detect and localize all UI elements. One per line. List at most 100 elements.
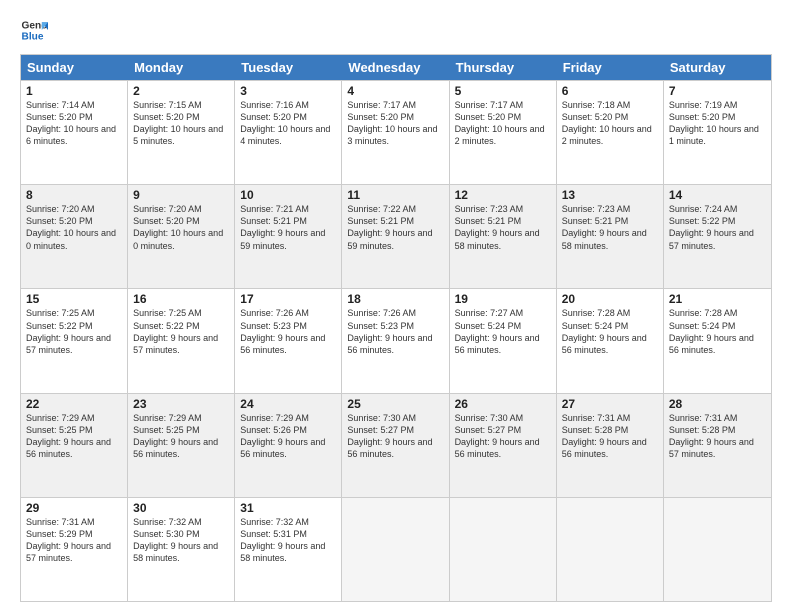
calendar-cell: 9Sunrise: 7:20 AMSunset: 5:20 PMDaylight… [128,185,235,288]
calendar-header-cell: Saturday [664,55,771,80]
day-number: 10 [240,188,336,202]
calendar-cell: 26Sunrise: 7:30 AMSunset: 5:27 PMDayligh… [450,394,557,497]
cell-info: Sunrise: 7:29 AMSunset: 5:26 PMDaylight:… [240,412,336,461]
cell-info: Sunrise: 7:17 AMSunset: 5:20 PMDaylight:… [347,99,443,148]
day-number: 24 [240,397,336,411]
cell-info: Sunrise: 7:22 AMSunset: 5:21 PMDaylight:… [347,203,443,252]
cell-info: Sunrise: 7:28 AMSunset: 5:24 PMDaylight:… [669,307,766,356]
cell-info: Sunrise: 7:19 AMSunset: 5:20 PMDaylight:… [669,99,766,148]
day-number: 11 [347,188,443,202]
calendar-header-cell: Tuesday [235,55,342,80]
day-number: 2 [133,84,229,98]
calendar-cell: 23Sunrise: 7:29 AMSunset: 5:25 PMDayligh… [128,394,235,497]
day-number: 9 [133,188,229,202]
calendar-cell: 2Sunrise: 7:15 AMSunset: 5:20 PMDaylight… [128,81,235,184]
cell-info: Sunrise: 7:14 AMSunset: 5:20 PMDaylight:… [26,99,122,148]
cell-info: Sunrise: 7:30 AMSunset: 5:27 PMDaylight:… [347,412,443,461]
day-number: 17 [240,292,336,306]
cell-info: Sunrise: 7:31 AMSunset: 5:28 PMDaylight:… [669,412,766,461]
calendar-row: 8Sunrise: 7:20 AMSunset: 5:20 PMDaylight… [21,184,771,288]
day-number: 19 [455,292,551,306]
day-number: 23 [133,397,229,411]
cell-info: Sunrise: 7:21 AMSunset: 5:21 PMDaylight:… [240,203,336,252]
logo: General Blue [20,16,52,44]
page: General Blue SundayMondayTuesdayWednesda… [0,0,792,612]
calendar-cell: 16Sunrise: 7:25 AMSunset: 5:22 PMDayligh… [128,289,235,392]
cell-info: Sunrise: 7:26 AMSunset: 5:23 PMDaylight:… [347,307,443,356]
cell-info: Sunrise: 7:17 AMSunset: 5:20 PMDaylight:… [455,99,551,148]
calendar-cell [450,498,557,601]
cell-info: Sunrise: 7:32 AMSunset: 5:30 PMDaylight:… [133,516,229,565]
day-number: 28 [669,397,766,411]
calendar-cell [557,498,664,601]
calendar-cell: 1Sunrise: 7:14 AMSunset: 5:20 PMDaylight… [21,81,128,184]
calendar-cell: 17Sunrise: 7:26 AMSunset: 5:23 PMDayligh… [235,289,342,392]
day-number: 1 [26,84,122,98]
day-number: 27 [562,397,658,411]
cell-info: Sunrise: 7:15 AMSunset: 5:20 PMDaylight:… [133,99,229,148]
calendar-cell: 20Sunrise: 7:28 AMSunset: 5:24 PMDayligh… [557,289,664,392]
calendar-cell: 19Sunrise: 7:27 AMSunset: 5:24 PMDayligh… [450,289,557,392]
cell-info: Sunrise: 7:27 AMSunset: 5:24 PMDaylight:… [455,307,551,356]
day-number: 5 [455,84,551,98]
calendar-header-cell: Wednesday [342,55,449,80]
calendar-cell: 5Sunrise: 7:17 AMSunset: 5:20 PMDaylight… [450,81,557,184]
day-number: 8 [26,188,122,202]
calendar-cell: 18Sunrise: 7:26 AMSunset: 5:23 PMDayligh… [342,289,449,392]
calendar-row: 22Sunrise: 7:29 AMSunset: 5:25 PMDayligh… [21,393,771,497]
cell-info: Sunrise: 7:20 AMSunset: 5:20 PMDaylight:… [26,203,122,252]
day-number: 26 [455,397,551,411]
day-number: 4 [347,84,443,98]
cell-info: Sunrise: 7:18 AMSunset: 5:20 PMDaylight:… [562,99,658,148]
cell-info: Sunrise: 7:28 AMSunset: 5:24 PMDaylight:… [562,307,658,356]
calendar-cell: 3Sunrise: 7:16 AMSunset: 5:20 PMDaylight… [235,81,342,184]
calendar-header-cell: Sunday [21,55,128,80]
cell-info: Sunrise: 7:16 AMSunset: 5:20 PMDaylight:… [240,99,336,148]
cell-info: Sunrise: 7:30 AMSunset: 5:27 PMDaylight:… [455,412,551,461]
cell-info: Sunrise: 7:31 AMSunset: 5:28 PMDaylight:… [562,412,658,461]
day-number: 16 [133,292,229,306]
calendar-cell: 22Sunrise: 7:29 AMSunset: 5:25 PMDayligh… [21,394,128,497]
logo-icon: General Blue [20,16,48,44]
day-number: 12 [455,188,551,202]
cell-info: Sunrise: 7:24 AMSunset: 5:22 PMDaylight:… [669,203,766,252]
calendar-cell: 10Sunrise: 7:21 AMSunset: 5:21 PMDayligh… [235,185,342,288]
day-number: 30 [133,501,229,515]
calendar-cell: 6Sunrise: 7:18 AMSunset: 5:20 PMDaylight… [557,81,664,184]
cell-info: Sunrise: 7:26 AMSunset: 5:23 PMDaylight:… [240,307,336,356]
calendar-cell [664,498,771,601]
calendar-cell: 24Sunrise: 7:29 AMSunset: 5:26 PMDayligh… [235,394,342,497]
cell-info: Sunrise: 7:31 AMSunset: 5:29 PMDaylight:… [26,516,122,565]
calendar-cell: 14Sunrise: 7:24 AMSunset: 5:22 PMDayligh… [664,185,771,288]
calendar-cell: 12Sunrise: 7:23 AMSunset: 5:21 PMDayligh… [450,185,557,288]
day-number: 31 [240,501,336,515]
calendar-header-cell: Friday [557,55,664,80]
day-number: 7 [669,84,766,98]
calendar-body: 1Sunrise: 7:14 AMSunset: 5:20 PMDaylight… [21,80,771,601]
cell-info: Sunrise: 7:29 AMSunset: 5:25 PMDaylight:… [133,412,229,461]
calendar-header-cell: Monday [128,55,235,80]
day-number: 15 [26,292,122,306]
day-number: 25 [347,397,443,411]
day-number: 20 [562,292,658,306]
cell-info: Sunrise: 7:25 AMSunset: 5:22 PMDaylight:… [26,307,122,356]
calendar-cell: 11Sunrise: 7:22 AMSunset: 5:21 PMDayligh… [342,185,449,288]
calendar-row: 29Sunrise: 7:31 AMSunset: 5:29 PMDayligh… [21,497,771,601]
day-number: 13 [562,188,658,202]
day-number: 14 [669,188,766,202]
day-number: 3 [240,84,336,98]
cell-info: Sunrise: 7:29 AMSunset: 5:25 PMDaylight:… [26,412,122,461]
cell-info: Sunrise: 7:23 AMSunset: 5:21 PMDaylight:… [562,203,658,252]
calendar-header: SundayMondayTuesdayWednesdayThursdayFrid… [21,55,771,80]
svg-text:Blue: Blue [22,31,44,42]
day-number: 22 [26,397,122,411]
calendar-cell: 13Sunrise: 7:23 AMSunset: 5:21 PMDayligh… [557,185,664,288]
calendar-cell: 21Sunrise: 7:28 AMSunset: 5:24 PMDayligh… [664,289,771,392]
day-number: 21 [669,292,766,306]
calendar-cell: 15Sunrise: 7:25 AMSunset: 5:22 PMDayligh… [21,289,128,392]
cell-info: Sunrise: 7:20 AMSunset: 5:20 PMDaylight:… [133,203,229,252]
day-number: 6 [562,84,658,98]
day-number: 18 [347,292,443,306]
calendar-cell: 31Sunrise: 7:32 AMSunset: 5:31 PMDayligh… [235,498,342,601]
calendar-cell: 28Sunrise: 7:31 AMSunset: 5:28 PMDayligh… [664,394,771,497]
